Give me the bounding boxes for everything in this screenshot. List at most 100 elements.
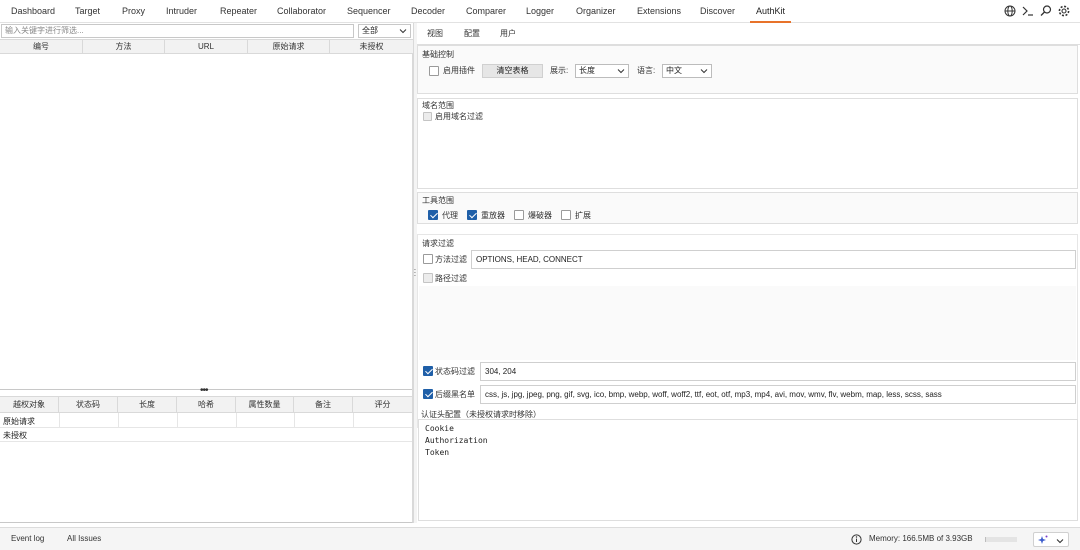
all-issues-link[interactable]: All Issues (67, 534, 101, 543)
suffix-blacklist-input[interactable]: css, js, jpg, jpeg, png, gif, svg, ico, … (480, 385, 1076, 404)
settings-icon[interactable] (1057, 4, 1071, 18)
left-pane: 输入关键字进行筛选... 全部 编号 方法 URL 原始请求 未授权 ••• 越… (0, 23, 413, 523)
tab-collaborator[interactable]: Collaborator (277, 0, 326, 22)
result-table-header: 越权对象 状态码 长度 哈希 属性数量 备注 评分 (0, 396, 412, 413)
language-label: 语言: (637, 66, 656, 75)
filter-scope-value: 全部 (362, 26, 378, 35)
tab-dashboard[interactable]: Dashboard (11, 0, 55, 22)
clear-table-button[interactable]: 清空表格 (482, 64, 543, 78)
path-filter-checkbox[interactable] (423, 273, 433, 283)
subtab-view[interactable]: 视图 (427, 27, 443, 45)
tab-comparer[interactable]: Comparer (466, 0, 506, 22)
info-icon (851, 534, 862, 545)
request-filter-section: 请求过滤 方法过滤 OPTIONS, HEAD, CONNECT 路径过滤 状态… (417, 234, 1078, 428)
tab-intruder[interactable]: Intruder (166, 0, 197, 22)
suffix-blacklist-label: 后缀黑名单 (435, 390, 475, 399)
col-status[interactable]: 状态码 (59, 397, 118, 412)
ai-menu-button[interactable] (1033, 532, 1069, 547)
status-filter-input[interactable]: 304, 204 (480, 362, 1076, 381)
tool-intruder-label: 爆破器 (528, 211, 552, 220)
filter-input[interactable]: 输入关键字进行筛选... (1, 24, 354, 38)
section-title: 基础控制 (422, 50, 454, 59)
result-table[interactable]: 越权对象 状态码 长度 哈希 属性数量 备注 评分 原始请求 未授权 (0, 388, 413, 523)
tool-extension-checkbox[interactable] (561, 210, 571, 220)
enable-plugin-checkbox[interactable] (429, 66, 439, 76)
section-title: 请求过滤 (422, 239, 454, 248)
tab-sequencer[interactable]: Sequencer (347, 0, 391, 22)
auth-header-line: Cookie (425, 424, 454, 433)
method-filter-checkbox[interactable] (423, 254, 433, 264)
language-select[interactable]: 中文 (662, 64, 712, 78)
method-filter-label: 方法过滤 (435, 255, 467, 264)
memory-bar-fill (985, 537, 987, 542)
tab-target[interactable]: Target (75, 0, 100, 22)
terminal-icon[interactable] (1021, 4, 1035, 18)
col-note[interactable]: 备注 (294, 397, 353, 412)
memory-usage: Memory: 166.5MB of 3.93GB (869, 534, 973, 543)
enable-plugin-label: 启用插件 (443, 66, 475, 75)
enable-domain-filter-label: 启用域名过滤 (435, 112, 483, 121)
col-hash[interactable]: 哈希 (177, 397, 236, 412)
auth-header-editor[interactable]: Cookie Authorization Token (418, 419, 1078, 521)
path-filter-label: 路径过滤 (435, 274, 467, 283)
tab-discover[interactable]: Discover (700, 0, 735, 22)
event-log-link[interactable]: Event log (11, 534, 44, 543)
right-pane: 视图 配置 用户 基础控制 启用插件 清空表格 展示: 长度 语言: 中文 域名… (417, 23, 1080, 523)
col-original-request[interactable]: 原始请求 (248, 40, 330, 53)
display-select[interactable]: 长度 (575, 64, 629, 78)
basic-control-section: 基础控制 启用插件 清空表格 展示: 长度 语言: 中文 (417, 45, 1078, 94)
chevron-down-icon (399, 29, 407, 34)
auth-header-line: Authorization (425, 436, 488, 445)
tab-proxy[interactable]: Proxy (122, 0, 145, 22)
tab-organizer[interactable]: Organizer (576, 0, 616, 22)
table-row[interactable]: 原始请求 (3, 416, 35, 427)
auth-header-line: Token (425, 448, 450, 457)
request-table-body[interactable] (0, 54, 413, 390)
subtab-users[interactable]: 用户 (500, 27, 516, 45)
method-filter-input[interactable]: OPTIONS, HEAD, CONNECT (471, 250, 1076, 269)
tool-extension-label: 扩展 (575, 211, 591, 220)
status-bar: Event log All Issues Memory: 166.5MB of … (0, 527, 1080, 550)
tool-proxy-label: 代理 (442, 211, 458, 220)
col-length[interactable]: 长度 (118, 397, 177, 412)
top-tab-bar: Dashboard Target Proxy Intruder Repeater… (0, 0, 1080, 23)
tool-scope-section: 工具范围 代理 重放器 爆破器 扩展 (417, 192, 1078, 224)
search-icon[interactable] (1039, 4, 1053, 18)
language-value: 中文 (666, 66, 682, 75)
col-attr-count[interactable]: 属性数量 (236, 397, 294, 412)
section-title: 域名范围 (422, 101, 454, 110)
sparkle-icon (1038, 535, 1048, 544)
subtab-config[interactable]: 配置 (456, 27, 488, 46)
table-row[interactable]: 未授权 (3, 430, 27, 441)
filter-scope-select[interactable]: 全部 (358, 24, 411, 38)
section-title: 工具范围 (422, 196, 454, 205)
tab-extensions[interactable]: Extensions (637, 0, 681, 22)
request-table-header: 编号 方法 URL 原始请求 未授权 (0, 39, 413, 54)
display-label: 展示: (550, 66, 569, 75)
col-method[interactable]: 方法 (83, 40, 165, 53)
tool-intruder-checkbox[interactable] (514, 210, 524, 220)
display-value: 长度 (579, 66, 595, 75)
tab-decoder[interactable]: Decoder (411, 0, 445, 22)
tab-logger[interactable]: Logger (526, 0, 554, 22)
globe-icon[interactable] (1003, 4, 1017, 18)
col-url[interactable]: URL (165, 40, 248, 53)
col-target[interactable]: 越权对象 (0, 397, 59, 412)
suffix-blacklist-checkbox[interactable] (423, 389, 433, 399)
chevron-down-icon (1056, 539, 1064, 544)
tool-proxy-checkbox[interactable] (428, 210, 438, 220)
col-unauthorized[interactable]: 未授权 (330, 40, 413, 53)
domain-scope-section: 域名范围 启用域名过滤 (417, 98, 1078, 189)
tab-authkit[interactable]: AuthKit (749, 0, 792, 23)
col-id[interactable]: 编号 (0, 40, 83, 53)
memory-bar (985, 537, 1017, 542)
chevron-down-icon (700, 69, 708, 74)
tool-repeater-label: 重放器 (481, 211, 505, 220)
tab-repeater[interactable]: Repeater (220, 0, 257, 22)
status-filter-checkbox[interactable] (423, 366, 433, 376)
col-score[interactable]: 评分 (353, 397, 412, 412)
tool-repeater-checkbox[interactable] (467, 210, 477, 220)
enable-domain-filter-checkbox[interactable] (423, 112, 432, 121)
chevron-down-icon (617, 69, 625, 74)
status-filter-label: 状态码过滤 (435, 367, 475, 376)
